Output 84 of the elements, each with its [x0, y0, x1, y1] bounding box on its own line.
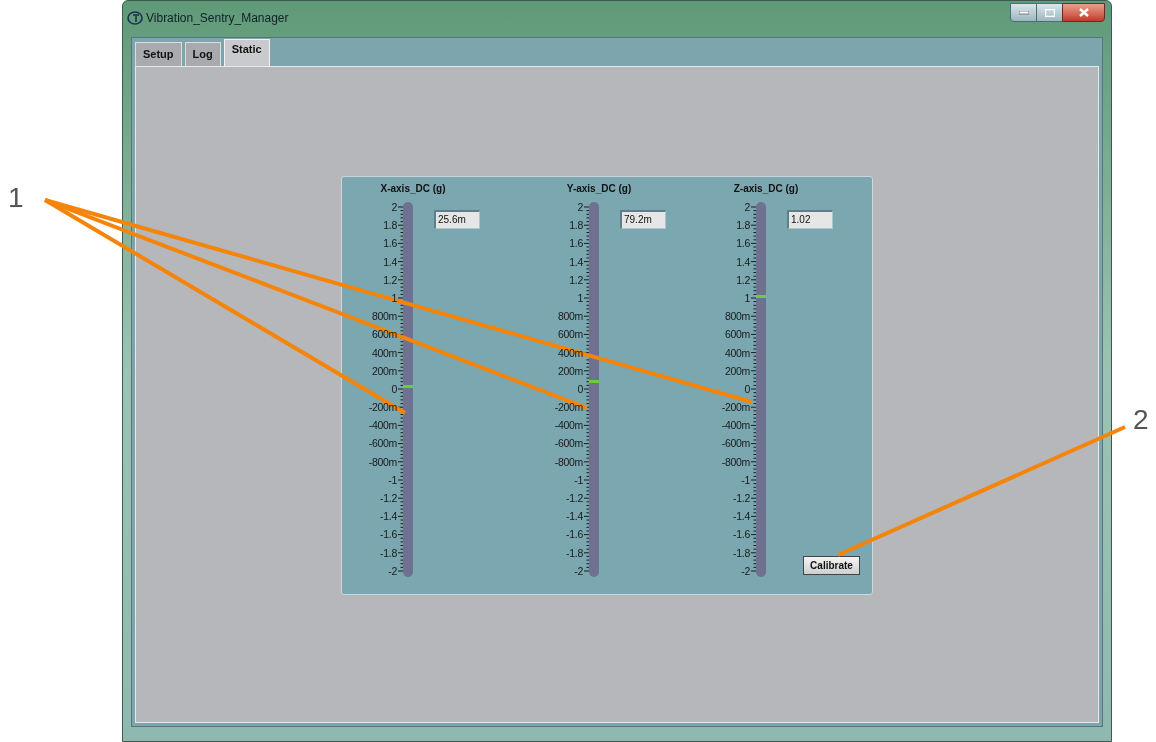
close-icon [1078, 8, 1089, 17]
scale-label: 2 [743, 200, 751, 215]
scale-label: -800m [553, 454, 584, 470]
scale-label: 200m [370, 363, 398, 379]
scale-label: -1 [387, 472, 398, 488]
scale-label: 1 [576, 290, 584, 306]
scale-label: 1.4 [568, 254, 584, 270]
scale-label: -1.6 [565, 527, 584, 543]
scale-label: 800m [370, 309, 398, 325]
tab[interactable]: Setup [135, 42, 182, 66]
scale-label: -200m [720, 400, 751, 416]
calibrate-button[interactable]: Calibrate [803, 556, 860, 575]
callout-number: 1 [8, 183, 24, 213]
scale-label: -600m [553, 436, 584, 452]
scale-label: 1 [743, 290, 751, 306]
close-button[interactable] [1062, 3, 1105, 22]
maximize-icon [1044, 8, 1055, 17]
scale-label: 0 [576, 381, 584, 397]
scale-label: -1 [573, 472, 584, 488]
scale-label: -1.4 [379, 509, 398, 525]
scale-label: 600m [723, 327, 751, 343]
scale-label: 1.6 [735, 236, 751, 252]
scale-label: 1.8 [735, 218, 751, 234]
scale-label: 2 [576, 200, 584, 215]
scale-label: -800m [720, 454, 751, 470]
scale-label: -200m [553, 400, 584, 416]
scale-label: -1.8 [732, 545, 751, 561]
scale-label: 1.4 [382, 254, 398, 270]
callout-number: 2 [1133, 405, 1149, 435]
scale-label: 200m [723, 363, 751, 379]
scale-label: -1.8 [379, 545, 398, 561]
scale-label: 1.8 [382, 218, 398, 234]
maximize-button[interactable] [1037, 3, 1062, 22]
scale-label: -400m [553, 418, 584, 434]
scale-label: -2 [573, 563, 584, 579]
scale-label: -1.2 [379, 491, 398, 506]
scale-label: 1.4 [735, 254, 751, 270]
scale-label: -1.6 [732, 527, 751, 543]
scale-label: 200m [556, 363, 584, 379]
scale-label: -1.4 [565, 509, 584, 525]
gauge-title: X-axis_DC (g) [379, 182, 447, 196]
tab[interactable]: Static [223, 39, 270, 67]
scale-label: 0 [743, 381, 751, 397]
scale-label: 1.6 [382, 236, 398, 252]
scale-label: 2 [390, 200, 398, 215]
value-display: 79.2m [620, 210, 666, 229]
scale-label: 1.6 [568, 236, 584, 252]
scale-label: -600m [367, 436, 398, 452]
scale-label: -1 [740, 472, 751, 488]
scale-label: -2 [387, 563, 398, 579]
scale-label: -400m [720, 418, 751, 434]
app-logo-icon [127, 11, 143, 25]
scale-label: 0 [390, 381, 398, 397]
minimize-button[interactable] [1010, 3, 1037, 22]
scale-label: -800m [367, 454, 398, 470]
slider-indicator[interactable] [403, 385, 413, 389]
scale-label: -600m [720, 436, 751, 452]
window-title: Vibration_Sentry_Manager [146, 10, 289, 26]
scale-label: 400m [370, 345, 398, 361]
scale-label: 1.2 [735, 272, 751, 288]
value-display: 25.6m [434, 210, 480, 229]
scale-label: -1.8 [565, 545, 584, 561]
scale-label: -1.6 [379, 527, 398, 543]
scale-label: -1.4 [732, 509, 751, 525]
value-display: 1.02 [787, 210, 833, 229]
scale-label: -1.2 [732, 491, 751, 506]
scale-label: 1.2 [568, 272, 584, 288]
scale-label: -2 [740, 563, 751, 579]
scale-label: 400m [723, 345, 751, 361]
scale-label: 800m [723, 309, 751, 325]
gauge-title: Z-axis_DC (g) [732, 182, 800, 196]
scale-label: 1.8 [568, 218, 584, 234]
gauge-title: Y-axis_DC (g) [565, 182, 633, 196]
scale-label: 600m [370, 327, 398, 343]
scale-label: -1.2 [565, 491, 584, 506]
scale-label: 600m [556, 327, 584, 343]
scale-label: -400m [367, 418, 398, 434]
scale-label: 800m [556, 309, 584, 325]
minimize-icon [1018, 10, 1029, 15]
slider-indicator[interactable] [756, 294, 766, 298]
tab[interactable]: Log [184, 42, 221, 66]
slider-indicator[interactable] [589, 380, 599, 384]
scale-label: 1.2 [382, 272, 398, 288]
scale-label: 1 [390, 290, 398, 306]
